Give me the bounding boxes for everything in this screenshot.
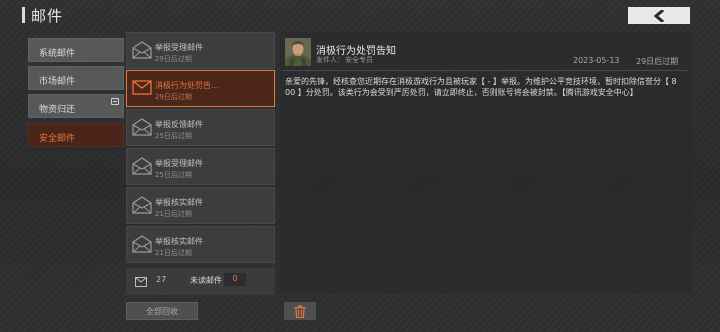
mail-subject: 举报核实邮件 <box>155 198 203 207</box>
category-label: 安全邮件 <box>39 134 76 144</box>
mail-subject: 举报反馈邮件 <box>155 120 203 129</box>
mail-expire: 25日后过期 <box>155 132 192 140</box>
mail-list-item[interactable]: 举报受理邮件 25日后过期 <box>126 148 275 185</box>
trash-icon <box>294 304 306 318</box>
envelope-open-icon <box>132 235 152 253</box>
category-market-mail[interactable]: 市场邮件 <box>28 66 124 90</box>
mail-expire: 29日后过期 <box>155 93 192 101</box>
delete-button[interactable] <box>284 302 316 320</box>
mail-list-item[interactable]: 举报核实邮件 21日后过期 <box>126 187 275 224</box>
back-button[interactable] <box>628 7 690 24</box>
mail-list-item-selected[interactable]: 消极行为处罚告... 29日后过期 <box>126 70 275 107</box>
mail-list-item[interactable]: 举报反馈邮件 25日后过期 <box>126 109 275 146</box>
envelope-open-icon <box>132 41 152 59</box>
mail-list-item[interactable]: 举报受理邮件 29日后过期 <box>126 32 275 69</box>
mail-expire: 21日后过期 <box>155 210 192 218</box>
mail-list-footer: 27 未读邮件 0 <box>126 268 275 295</box>
mail-expire-info: 29日后过期 <box>636 57 679 66</box>
category-system-mail[interactable]: 系统邮件 <box>28 38 124 62</box>
mail-subject: 举报核实邮件 <box>155 237 203 246</box>
mail-body: 亲爱的先锋，经核查您近期存在消极游戏行为且被玩家【 - 】举报。为维护公平竞技环… <box>285 77 677 97</box>
top-bar: 邮件 <box>0 0 720 30</box>
mail-list-item[interactable]: 举报核实邮件 21日后过期 <box>126 226 275 263</box>
mail-subject: 举报受理邮件 <box>155 43 203 52</box>
mail-expire: 25日后过期 <box>155 171 192 179</box>
sender-avatar <box>285 38 311 66</box>
title-accent-bar <box>22 7 25 23</box>
collect-all-button[interactable]: 全部回收 <box>126 302 198 320</box>
sender-label: 发件人： <box>316 56 344 64</box>
page-title: 邮件 <box>31 7 64 25</box>
envelope-icon <box>135 277 147 287</box>
detail-divider <box>283 70 688 71</box>
category-security-mail[interactable]: 安全邮件 <box>28 123 124 147</box>
envelope-open-icon <box>132 196 152 214</box>
mailbox-icon <box>111 98 119 105</box>
envelope-open-icon <box>132 157 152 175</box>
chevron-left-icon <box>653 9 665 22</box>
mail-subject: 消极行为处罚告... <box>155 81 219 90</box>
sender-name: 安全专员 <box>345 56 373 64</box>
unread-label: 未读邮件 <box>190 276 222 285</box>
envelope-open-icon <box>132 118 152 136</box>
envelope-closed-icon <box>132 80 152 95</box>
unread-count-badge: 0 <box>224 273 246 286</box>
mail-detail-panel <box>280 32 692 294</box>
category-label: 市场邮件 <box>39 77 76 87</box>
mail-subject: 举报受理邮件 <box>155 159 203 168</box>
mail-total-count: 27 <box>156 275 167 284</box>
mail-expire: 21日后过期 <box>155 249 192 257</box>
category-label: 物资归还 <box>39 105 76 115</box>
mail-expire: 29日后过期 <box>155 55 192 63</box>
category-supply-return[interactable]: 物资归还 <box>28 94 124 118</box>
mail-date: 2023-05-13 <box>573 56 620 65</box>
category-label: 系统邮件 <box>39 49 76 59</box>
